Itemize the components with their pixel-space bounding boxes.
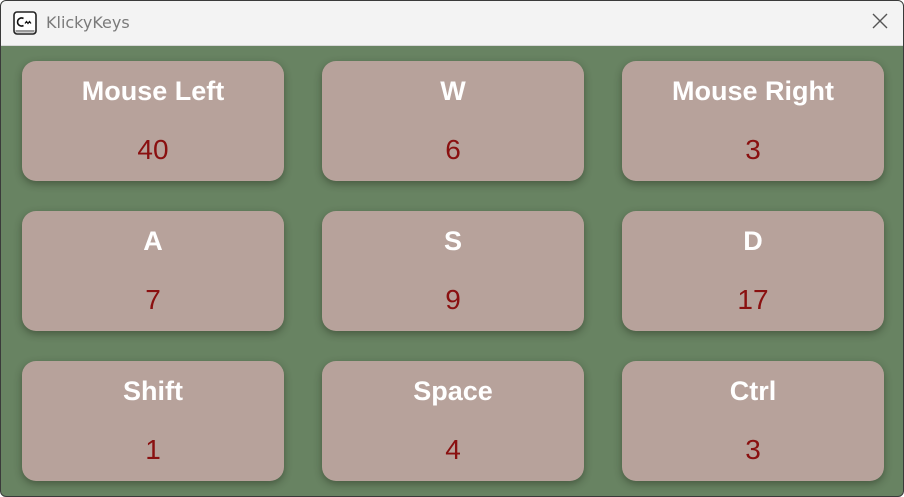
key-name: Shift [123, 376, 183, 406]
window-title: KlickyKeys [46, 13, 130, 32]
key-name: W [440, 76, 466, 106]
key-count: 9 [445, 284, 461, 315]
key-count: 1 [145, 434, 161, 465]
key-name: Mouse Left [81, 76, 225, 106]
app-window: KlickyKeys Mouse Left 40 W 6 Mouse Right… [0, 0, 904, 497]
key-card-ctrl[interactable]: Ctrl 3 [622, 361, 884, 481]
keyboard-key-icon [13, 11, 37, 35]
key-name: Mouse Right [672, 76, 834, 106]
key-count: 3 [745, 134, 761, 165]
key-stats-panel: Mouse Left 40 W 6 Mouse Right 3 A 7 S 9 … [1, 46, 903, 496]
key-card-a[interactable]: A 7 [22, 211, 284, 331]
close-button[interactable] [857, 1, 903, 45]
key-name: A [143, 226, 163, 256]
key-name: D [743, 226, 763, 256]
key-card-shift[interactable]: Shift 1 [22, 361, 284, 481]
title-bar[interactable]: KlickyKeys [1, 1, 903, 46]
key-card-mouse-left[interactable]: Mouse Left 40 [22, 61, 284, 181]
key-card-mouse-right[interactable]: Mouse Right 3 [622, 61, 884, 181]
key-count: 3 [745, 434, 761, 465]
key-name: S [443, 226, 462, 256]
key-card-space[interactable]: Space 4 [322, 361, 584, 481]
key-card-d[interactable]: D 17 [622, 211, 884, 331]
key-grid: Mouse Left 40 W 6 Mouse Right 3 A 7 S 9 … [22, 61, 884, 481]
key-count: 17 [737, 284, 769, 315]
key-count: 40 [137, 134, 169, 165]
key-name: Space [413, 376, 493, 406]
key-count: 7 [145, 284, 161, 315]
key-card-s[interactable]: S 9 [322, 211, 584, 331]
key-count: 6 [445, 134, 461, 165]
key-name: Ctrl [729, 376, 777, 406]
key-card-w[interactable]: W 6 [322, 61, 584, 181]
key-count: 4 [445, 434, 461, 465]
close-icon [871, 12, 889, 35]
